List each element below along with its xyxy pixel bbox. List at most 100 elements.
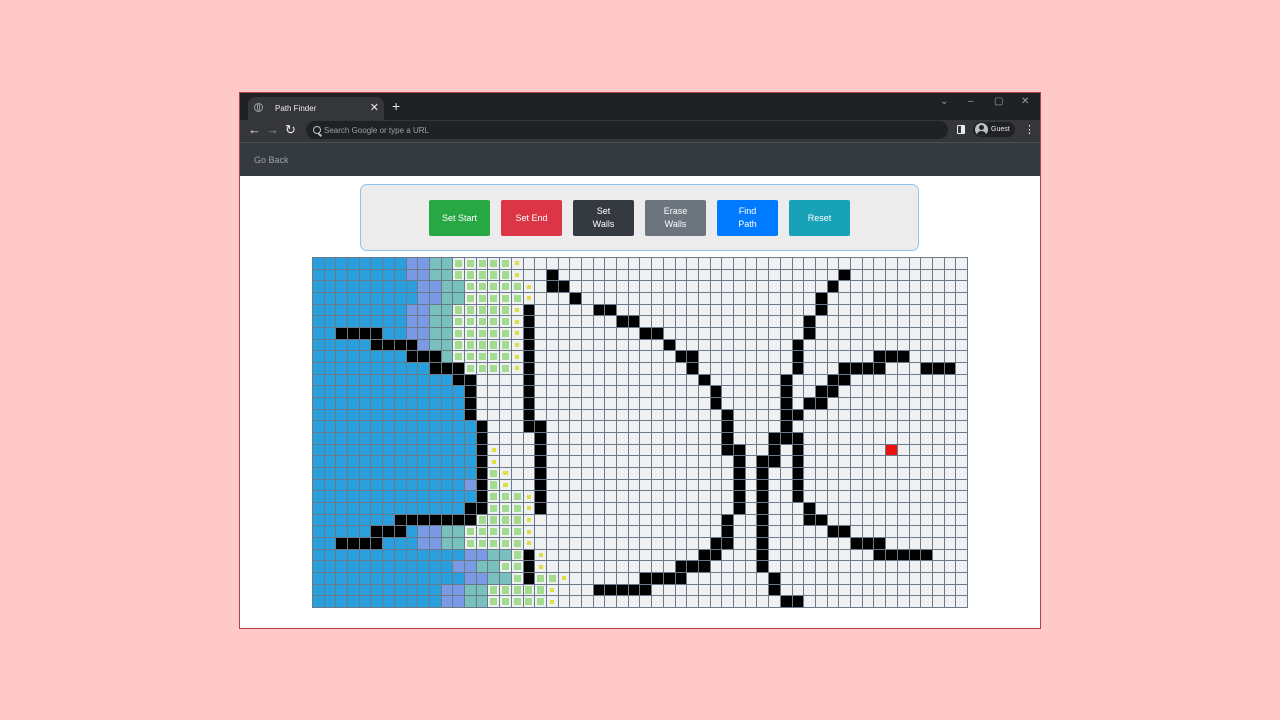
grid-cell[interactable]	[804, 258, 815, 269]
wall-cell[interactable]	[465, 386, 476, 397]
grid-cell[interactable]	[815, 433, 827, 444]
grid-cell[interactable]	[897, 293, 909, 304]
visited-cell[interactable]	[336, 351, 348, 362]
wall-cell[interactable]	[792, 363, 804, 374]
visited-cell[interactable]	[418, 468, 429, 479]
grid-cell[interactable]	[570, 269, 582, 281]
grid-cell[interactable]	[734, 433, 745, 444]
grid-cell[interactable]	[932, 561, 944, 572]
visited-cell[interactable]	[453, 561, 465, 572]
visited-cell[interactable]	[336, 514, 348, 526]
grid-cell[interactable]	[851, 316, 862, 327]
grid-cell[interactable]	[804, 491, 815, 502]
visited-cell[interactable]	[418, 398, 429, 409]
grid-cell[interactable]	[511, 398, 523, 409]
visited-cell[interactable]	[465, 468, 476, 479]
grid-cell[interactable]	[722, 293, 734, 304]
visited-cell[interactable]	[348, 514, 359, 526]
grid-cell[interactable]	[582, 258, 593, 269]
grid-cell[interactable]	[862, 479, 874, 491]
grid-cell[interactable]	[687, 503, 698, 514]
address-bar[interactable]	[306, 121, 948, 139]
visited-cell[interactable]	[336, 573, 348, 584]
grid-cell[interactable]	[909, 479, 921, 491]
grid-cell[interactable]	[582, 421, 593, 432]
grid-cell[interactable]	[652, 526, 663, 537]
grid-cell[interactable]	[500, 421, 511, 432]
visited-cell[interactable]	[383, 281, 394, 292]
grid-cell[interactable]	[839, 293, 851, 304]
grid-cell[interactable]	[698, 339, 710, 351]
grid-cell[interactable]	[687, 269, 698, 281]
visited-cell[interactable]	[418, 258, 429, 269]
visited-cell[interactable]	[453, 421, 465, 432]
wall-cell[interactable]	[897, 351, 909, 362]
visited-cell[interactable]	[348, 281, 359, 292]
grid-cell[interactable]	[874, 316, 886, 327]
visited-cell[interactable]	[371, 398, 383, 409]
grid-cell[interactable]	[570, 328, 582, 339]
visited-cell[interactable]	[313, 363, 324, 374]
grid-cell[interactable]	[570, 514, 582, 526]
grid-cell[interactable]	[652, 339, 663, 351]
grid-cell[interactable]	[897, 433, 909, 444]
visited-cell[interactable]	[336, 363, 348, 374]
grid-cell[interactable]	[804, 281, 815, 292]
grid-cell[interactable]	[874, 456, 886, 467]
grid-cell[interactable]	[722, 374, 734, 386]
profile-button[interactable]: Guest	[973, 122, 1015, 137]
grid-cell[interactable]	[652, 421, 663, 432]
grid-cell[interactable]	[570, 503, 582, 514]
grid-cell[interactable]	[932, 386, 944, 397]
grid-cell[interactable]	[944, 549, 956, 561]
grid-cell[interactable]	[745, 339, 757, 351]
grid-cell[interactable]	[546, 421, 558, 432]
grid-cell[interactable]	[827, 304, 839, 316]
visited-cell[interactable]	[453, 281, 465, 292]
wall-cell[interactable]	[804, 514, 815, 526]
grid-cell[interactable]	[839, 316, 851, 327]
grid-cell[interactable]	[582, 316, 593, 327]
grid-cell[interactable]	[792, 549, 804, 561]
grid-cell[interactable]	[593, 269, 605, 281]
visited-cell[interactable]	[359, 363, 371, 374]
visited-cell[interactable]	[441, 398, 453, 409]
grid-cell[interactable]	[932, 374, 944, 386]
grid-cell[interactable]	[698, 514, 710, 526]
visited-cell[interactable]	[336, 468, 348, 479]
wall-cell[interactable]	[523, 374, 535, 386]
grid-cell[interactable]	[511, 409, 523, 421]
grid-cell[interactable]	[956, 538, 967, 549]
find-path-button[interactable]: Find Path	[717, 200, 778, 236]
grid-cell[interactable]	[687, 293, 698, 304]
visited-cell[interactable]	[441, 573, 453, 584]
visited-cell[interactable]	[394, 304, 406, 316]
grid-cell[interactable]	[851, 433, 862, 444]
grid-cell[interactable]	[523, 433, 535, 444]
visited-cell[interactable]	[313, 269, 324, 281]
wall-cell[interactable]	[406, 351, 418, 362]
grid-cell[interactable]	[617, 549, 628, 561]
grid-cell[interactable]	[605, 316, 617, 327]
visited-cell[interactable]	[359, 304, 371, 316]
visited-cell[interactable]	[313, 514, 324, 526]
grid-cell[interactable]	[535, 351, 546, 362]
grid-cell[interactable]	[874, 304, 886, 316]
visited-cell[interactable]	[406, 503, 418, 514]
grid-cell[interactable]	[640, 444, 652, 456]
visited-cell[interactable]	[500, 526, 511, 537]
visited-cell[interactable]	[429, 328, 441, 339]
visited-cell[interactable]	[324, 386, 336, 397]
grid-cell[interactable]	[546, 561, 558, 572]
grid-cell[interactable]	[687, 573, 698, 584]
grid-cell[interactable]	[862, 328, 874, 339]
visited-cell[interactable]	[324, 538, 336, 549]
grid-cell[interactable]	[500, 433, 511, 444]
grid-cell[interactable]	[921, 339, 932, 351]
grid-cell[interactable]	[558, 561, 570, 572]
visited-cell[interactable]	[511, 596, 523, 607]
grid-cell[interactable]	[687, 468, 698, 479]
visited-cell[interactable]	[406, 421, 418, 432]
grid-cell[interactable]	[745, 573, 757, 584]
grid-cell[interactable]	[897, 444, 909, 456]
